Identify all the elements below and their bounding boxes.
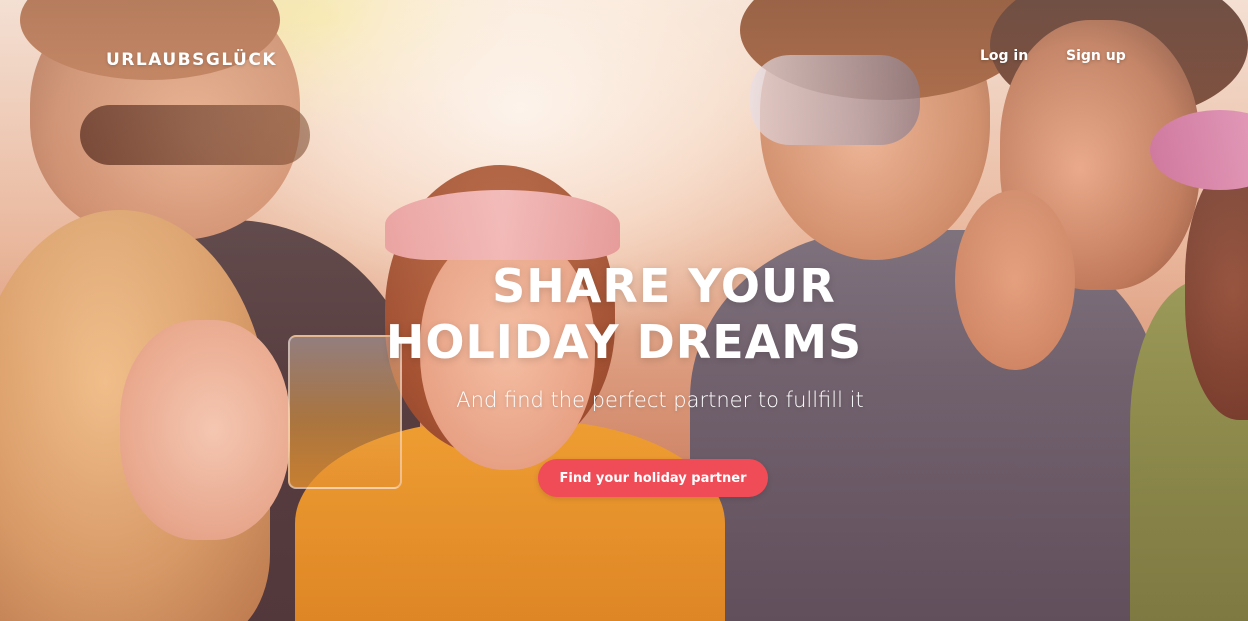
login-link[interactable]: Log in	[980, 48, 1028, 64]
headline-line-2: HOLIDAY DREAMS	[385, 315, 863, 369]
headline-line-1: SHARE YOUR	[492, 259, 836, 313]
brand-logo[interactable]: URLAUBSGLÜCK	[106, 50, 277, 70]
hero-headline: SHARE YOUR HOLIDAY DREAMS	[0, 258, 1248, 370]
find-holiday-partner-button[interactable]: Find your holiday partner	[538, 459, 768, 497]
signup-link[interactable]: Sign up	[1066, 48, 1126, 64]
hero-subheadline: And find the perfect partner to fullfill…	[456, 388, 864, 412]
